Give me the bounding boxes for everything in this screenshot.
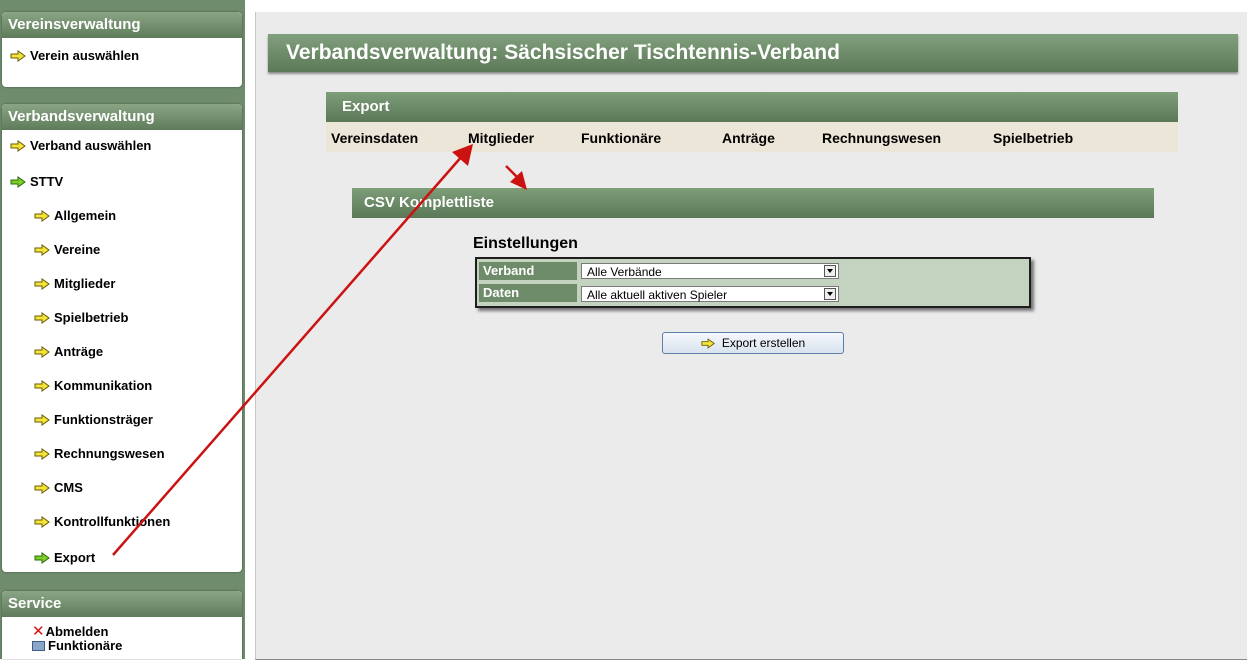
arrow-right-icon [34,448,51,460]
service-title: Service [2,591,242,617]
sidebar-item-label: Rechnungswesen [54,446,165,461]
sidebar-item-label: Funktionsträger [54,412,153,427]
sidebar-item-mitglieder[interactable]: Mitglieder [34,276,115,291]
verbandsverwaltung-title: Verbandsverwaltung [2,104,242,130]
settings-table: Verband Alle Verbände Daten Alle aktuell… [475,257,1031,308]
arrow-right-icon [34,380,51,392]
sidebar-item-cms[interactable]: CMS [34,480,83,495]
arrow-right-icon [34,346,51,358]
sidebar-item-vereine[interactable]: Vereine [34,242,100,257]
sidebar-item-label: Kommunikation [54,378,153,393]
tab-antraege[interactable]: Anträge [722,130,775,146]
tab-vereinsdaten[interactable]: Vereinsdaten [331,130,418,146]
vereinsverwaltung-title: Vereinsverwaltung [2,12,242,38]
main-content: Verbandsverwaltung: Sächsischer Tischten… [255,12,1247,660]
sidebar-item-label: Spielbetrieb [54,310,129,325]
arrow-right-icon [34,278,51,290]
verband-select-value: Alle Verbände [587,265,662,279]
sidebar-item-kommunikation[interactable]: Kommunikation [34,378,152,393]
tab-rechnungswesen[interactable]: Rechnungswesen [822,130,941,146]
sidebar-item-label: Funktionäre [48,638,123,653]
sidebar-item-verein-auswaehlen[interactable]: Verein auswählen [10,48,139,63]
csv-section-title: CSV Komplettliste [352,188,1154,218]
sidebar-item-funktionstraeger[interactable]: Funktionsträger [34,412,153,427]
sidebar-item-label: Verband auswählen [30,138,152,153]
sidebar-item-rechnungswesen[interactable]: Rechnungswesen [34,446,165,461]
sidebar-item-label: Export [54,550,96,565]
arrow-right-green-icon [34,552,51,564]
arrow-right-icon [10,50,27,62]
sidebar-item-label: Anträge [54,344,104,359]
sidebar-item-antraege[interactable]: Anträge [34,344,103,359]
arrow-right-green-icon [10,176,27,188]
export-section-title: Export [326,92,1178,122]
arrow-right-icon [34,516,51,528]
tab-mitglieder[interactable]: Mitglieder [468,130,534,146]
sidebar-item-sttv[interactable]: STTV [10,174,63,189]
daten-select-value: Alle aktuell aktiven Spieler [587,288,728,302]
arrow-right-icon [34,312,51,324]
export-tabs: Vereinsdaten Mitglieder Funktionäre Antr… [326,122,1178,152]
sidebar-item-export[interactable]: Export [34,550,95,565]
close-icon: ✕ [32,623,45,640]
chevron-down-icon[interactable] [824,288,836,300]
export-create-button[interactable]: Export erstellen [662,332,844,354]
tab-funktionaere[interactable]: Funktionäre [581,130,661,146]
sidebar-item-label: Allgemein [54,208,117,223]
page-title: Verbandsverwaltung: Sächsischer Tischten… [268,34,1238,72]
arrow-right-icon [34,210,51,222]
sidebar-item-funktionaere[interactable]: Funktionäre [10,639,122,652]
sidebar-item-verband-auswaehlen[interactable]: Verband auswählen [10,138,151,153]
verbandsverwaltung-panel: Verbandsverwaltung Verband auswählen STT… [2,104,242,572]
id-card-icon [32,640,45,651]
sidebar-item-label: Vereine [54,242,101,257]
sidebar-item-label: STTV [30,174,64,189]
chevron-down-icon[interactable] [824,265,836,277]
arrow-right-icon [10,140,27,152]
verband-select[interactable]: Alle Verbände [581,263,839,279]
sidebar-item-label: Verein auswählen [30,48,140,63]
sidebar-item-allgemein[interactable]: Allgemein [34,208,116,223]
daten-label: Daten [479,284,577,302]
daten-select[interactable]: Alle aktuell aktiven Spieler [581,286,839,302]
sidebar: Vereinsverwaltung Verein auswählen Verba… [0,0,245,659]
arrow-right-icon [701,338,716,349]
sidebar-item-label: Kontrollfunktionen [54,514,171,529]
sidebar-item-label: Abmelden [45,624,109,639]
sidebar-item-kontrollfunktionen[interactable]: Kontrollfunktionen [34,514,170,529]
arrow-right-icon [34,414,51,426]
sidebar-item-abmelden[interactable]: ✕ Abmelden [10,623,109,640]
service-panel: Service ✕ Abmelden Funktionäre [2,591,242,659]
vereinsverwaltung-panel: Vereinsverwaltung Verein auswählen [2,12,242,87]
sidebar-item-label: Mitglieder [54,276,116,291]
arrow-right-icon [34,244,51,256]
settings-title: Einstellungen [473,235,578,252]
sidebar-item-spielbetrieb[interactable]: Spielbetrieb [34,310,128,325]
arrow-right-icon [34,482,51,494]
sidebar-item-label: CMS [54,480,83,495]
verband-label: Verband [479,262,577,280]
tab-spielbetrieb[interactable]: Spielbetrieb [993,130,1073,146]
export-create-label: Export erstellen [721,336,806,350]
